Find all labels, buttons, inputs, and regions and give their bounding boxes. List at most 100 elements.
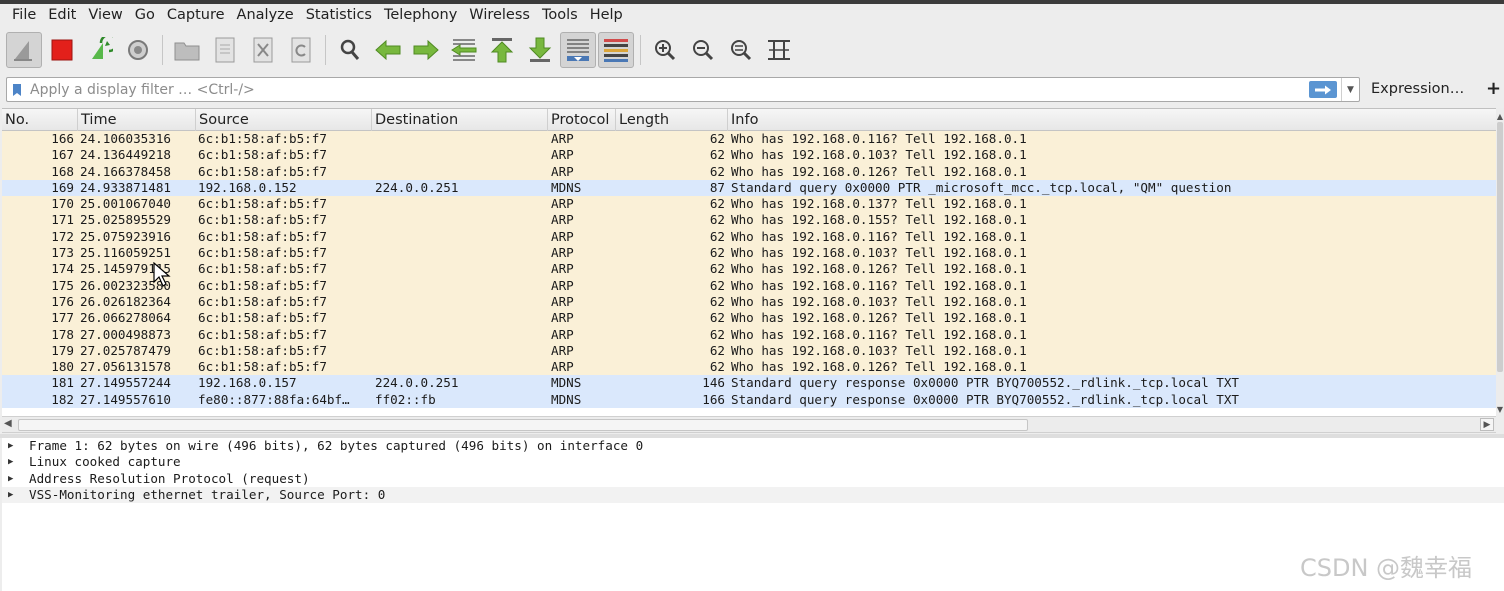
table-row[interactable]: 176 26.026182364 6c:b1:58:af:b5:f7 ARP 62 Who… bbox=[2, 293, 1496, 311]
cell-protocol: ARP bbox=[551, 212, 574, 228]
table-row[interactable]: 172 25.075923916 6c:b1:58:af:b5:f7 ARP 62 Who… bbox=[2, 228, 1496, 246]
cell-time: 27.149557244 bbox=[80, 375, 171, 391]
go-to-packet-button[interactable] bbox=[446, 32, 482, 68]
detail-tree-item[interactable]: ▶ VSS-Monitoring ethernet trailer, Sourc… bbox=[2, 486, 1504, 504]
menu-tools[interactable]: Tools bbox=[536, 7, 584, 23]
menu-telephony[interactable]: Telephony bbox=[378, 7, 463, 23]
cell-length: 62 bbox=[709, 261, 725, 277]
cell-no: 171 bbox=[51, 212, 74, 228]
go-back-button[interactable] bbox=[370, 32, 406, 68]
cell-length: 62 bbox=[709, 359, 725, 375]
cell-source: 6c:b1:58:af:b5:f7 bbox=[198, 131, 327, 146]
cell-source: 6c:b1:58:af:b5:f7 bbox=[198, 212, 327, 228]
table-row[interactable]: 178 27.000498873 6c:b1:58:af:b5:f7 ARP 62 Who… bbox=[2, 326, 1496, 343]
table-row[interactable]: 181 27.149557244 192.168.0.157 224.0.0.251 M… bbox=[2, 375, 1496, 392]
column-header-time[interactable]: Time bbox=[78, 109, 196, 131]
reload-file-button[interactable] bbox=[283, 32, 319, 68]
display-filter-bar: ▼ Expression… + bbox=[0, 76, 1504, 104]
expand-arrow-icon[interactable]: ▶ bbox=[8, 471, 13, 487]
cell-protocol: ARP bbox=[551, 310, 574, 326]
table-row[interactable]: 169 24.933871481 192.168.0.152 224.0.0.251 M… bbox=[2, 179, 1496, 197]
cell-time: 25.001067040 bbox=[80, 196, 171, 212]
expression-button[interactable]: Expression… bbox=[1371, 81, 1464, 97]
column-header-length[interactable]: Length bbox=[616, 109, 728, 131]
table-row[interactable]: 168 24.166378458 6c:b1:58:af:b5:f7 ARP 62 Who… bbox=[2, 163, 1496, 180]
menu-wireless[interactable]: Wireless bbox=[463, 7, 536, 23]
column-header-source[interactable]: Source bbox=[196, 109, 372, 131]
cell-source: 6c:b1:58:af:b5:f7 bbox=[198, 293, 327, 309]
cell-source: 6c:b1:58:af:b5:f7 bbox=[198, 245, 327, 261]
menu-edit[interactable]: Edit bbox=[42, 7, 82, 23]
cell-length: 62 bbox=[709, 212, 725, 228]
auto-scroll-button[interactable] bbox=[560, 32, 596, 68]
watermark: CSDN @魏幸福 bbox=[1300, 554, 1473, 582]
table-row[interactable]: 177 26.066278064 6c:b1:58:af:b5:f7 ARP 62 Who… bbox=[2, 310, 1496, 327]
table-row[interactable]: 179 27.025787479 6c:b1:58:af:b5:f7 ARP 62 Who… bbox=[2, 342, 1496, 360]
add-filter-button[interactable]: + bbox=[1486, 78, 1501, 99]
detail-tree-item[interactable]: ▶ Address Resolution Protocol (request) bbox=[2, 471, 1504, 487]
display-filter-input[interactable] bbox=[27, 79, 1309, 100]
open-file-button[interactable] bbox=[169, 32, 205, 68]
gear-icon bbox=[128, 40, 148, 60]
detail-tree-item[interactable]: ▶ Linux cooked capture bbox=[2, 454, 1504, 470]
filter-bookmark-button[interactable] bbox=[7, 78, 27, 101]
column-header-no[interactable]: No. bbox=[2, 109, 78, 131]
zoom-in-button[interactable] bbox=[647, 32, 683, 68]
toolbar-separator bbox=[640, 35, 641, 65]
colorize-button[interactable] bbox=[598, 32, 634, 68]
go-forward-button[interactable] bbox=[408, 32, 444, 68]
resize-columns-button[interactable] bbox=[761, 32, 797, 68]
capture-options-button[interactable] bbox=[120, 32, 156, 68]
apply-filter-button[interactable] bbox=[1309, 81, 1337, 98]
stop-capture-button[interactable] bbox=[44, 32, 80, 68]
menu-view[interactable]: View bbox=[82, 7, 128, 23]
cell-no: 170 bbox=[51, 196, 74, 212]
packet-list-horizontal-scrollbar[interactable]: ◀ ▶ bbox=[2, 416, 1496, 433]
column-header-destination[interactable]: Destination bbox=[372, 109, 548, 131]
menu-analyze[interactable]: Analyze bbox=[231, 7, 300, 23]
cell-time: 27.025787479 bbox=[80, 342, 171, 358]
menu-file[interactable]: File bbox=[6, 7, 42, 23]
start-capture-button[interactable] bbox=[6, 32, 42, 68]
table-row[interactable]: 174 25.145979115 6c:b1:58:af:b5:f7 ARP 62 Who… bbox=[2, 261, 1496, 278]
cell-no: 182 bbox=[51, 391, 74, 407]
menu-go[interactable]: Go bbox=[129, 7, 161, 23]
cell-no: 173 bbox=[51, 245, 74, 261]
go-last-packet-button[interactable] bbox=[522, 32, 558, 68]
horizontal-scroll-thumb[interactable] bbox=[18, 419, 1028, 431]
expand-arrow-icon[interactable]: ▶ bbox=[8, 438, 13, 454]
cell-no: 174 bbox=[51, 261, 74, 277]
column-header-protocol[interactable]: Protocol bbox=[548, 109, 616, 131]
filter-history-dropdown[interactable]: ▼ bbox=[1341, 78, 1359, 101]
zoom-out-button[interactable] bbox=[685, 32, 721, 68]
save-file-button[interactable] bbox=[207, 32, 243, 68]
vertical-scroll-thumb[interactable] bbox=[1497, 122, 1503, 372]
table-row[interactable]: 171 25.025895529 6c:b1:58:af:b5:f7 ARP 62 Who… bbox=[2, 212, 1496, 229]
close-file-button[interactable] bbox=[245, 32, 281, 68]
scroll-down-icon: ▼ bbox=[1496, 405, 1504, 414]
menu-help[interactable]: Help bbox=[584, 7, 629, 23]
find-packet-button[interactable] bbox=[332, 32, 368, 68]
table-row[interactable]: 175 26.002323580 6c:b1:58:af:b5:f7 ARP 62 Who… bbox=[2, 277, 1496, 294]
packet-list-vertical-scrollbar[interactable]: ▲ ▼ bbox=[1496, 108, 1504, 416]
cell-source: 192.168.0.152 bbox=[198, 179, 297, 195]
table-row[interactable]: 170 25.001067040 6c:b1:58:af:b5:f7 ARP 62 Who… bbox=[2, 196, 1496, 213]
table-row[interactable]: 182 27.149557610 fe80::877:88fa:64bf… ff02:… bbox=[2, 391, 1496, 409]
table-row[interactable]: 167 24.136449218 6c:b1:58:af:b5:f7 ARP 62 Who… bbox=[2, 147, 1496, 164]
table-row[interactable]: 180 27.056131578 6c:b1:58:af:b5:f7 ARP 62 Who… bbox=[2, 359, 1496, 376]
expand-arrow-icon[interactable]: ▶ bbox=[8, 454, 13, 470]
bookmark-icon bbox=[13, 83, 21, 96]
cell-time: 25.145979115 bbox=[80, 261, 171, 277]
zoom-normal-icon bbox=[731, 40, 752, 61]
folder-icon bbox=[174, 42, 200, 61]
table-row[interactable]: 166 24.106035316 6c:b1:58:af:b5:f7 ARP 62 Who… bbox=[2, 131, 1496, 148]
expand-arrow-icon[interactable]: ▶ bbox=[8, 487, 13, 503]
menu-capture[interactable]: Capture bbox=[161, 7, 231, 23]
menu-statistics[interactable]: Statistics bbox=[300, 7, 378, 23]
zoom-normal-button[interactable] bbox=[723, 32, 759, 68]
column-header-info[interactable]: Info bbox=[728, 109, 1496, 131]
restart-capture-button[interactable] bbox=[82, 32, 118, 68]
detail-tree-item[interactable]: ▶ Frame 1: 62 bytes on wire (496 bits), … bbox=[2, 438, 1504, 454]
table-row[interactable]: 173 25.116059251 6c:b1:58:af:b5:f7 ARP 62 Who… bbox=[2, 245, 1496, 262]
go-first-packet-button[interactable] bbox=[484, 32, 520, 68]
